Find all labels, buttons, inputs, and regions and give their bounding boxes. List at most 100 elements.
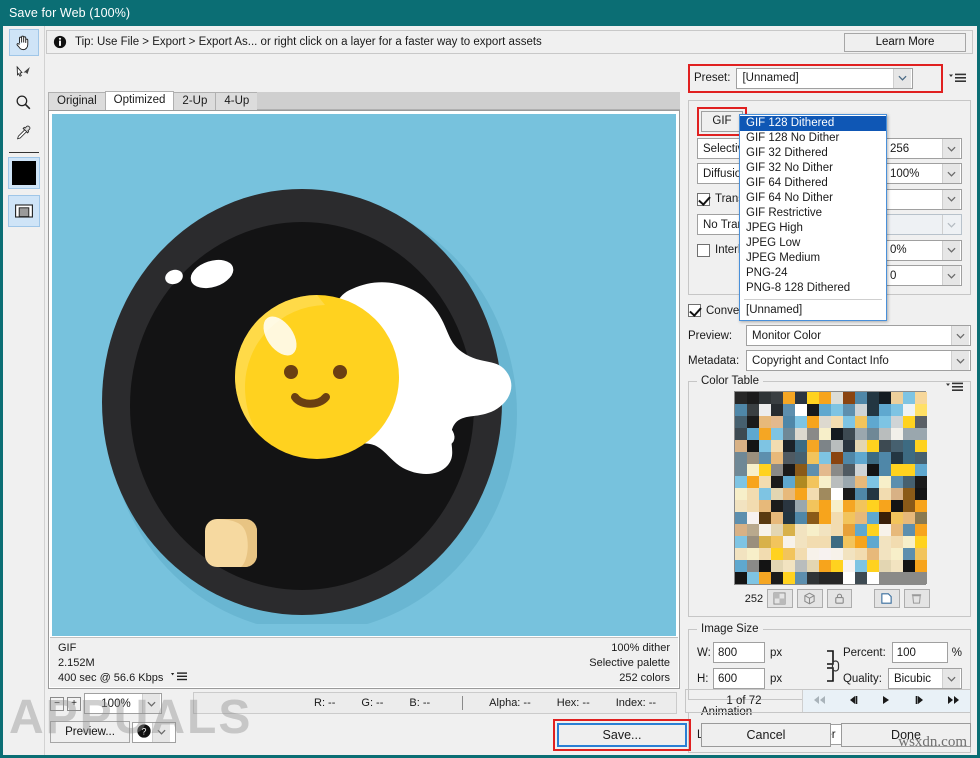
- color-swatch[interactable]: [879, 464, 891, 476]
- color-swatch[interactable]: [795, 560, 807, 572]
- color-swatch[interactable]: [867, 524, 879, 536]
- color-swatch[interactable]: [747, 560, 759, 572]
- color-swatch[interactable]: [831, 392, 843, 404]
- color-swatch[interactable]: [903, 548, 915, 560]
- color-swatch[interactable]: [783, 428, 795, 440]
- web-snap-combo[interactable]: 0%: [884, 240, 962, 261]
- color-swatch[interactable]: [843, 548, 855, 560]
- color-swatch[interactable]: [915, 428, 927, 440]
- color-swatch[interactable]: [759, 524, 771, 536]
- save-button[interactable]: Save...: [557, 723, 687, 747]
- color-swatch[interactable]: [783, 452, 795, 464]
- color-swatch[interactable]: [807, 524, 819, 536]
- color-swatch[interactable]: [783, 572, 795, 584]
- color-swatch[interactable]: [819, 488, 831, 500]
- color-swatch[interactable]: [819, 512, 831, 524]
- color-swatch[interactable]: [879, 512, 891, 524]
- color-swatch[interactable]: [891, 392, 903, 404]
- color-swatch[interactable]: [891, 404, 903, 416]
- color-swatch[interactable]: [735, 548, 747, 560]
- zoom-level-combo[interactable]: 100%: [84, 693, 162, 714]
- color-swatch[interactable]: [735, 572, 747, 584]
- color-swatch[interactable]: [783, 500, 795, 512]
- zoom-in-button[interactable]: +: [67, 697, 81, 711]
- color-swatch[interactable]: [747, 428, 759, 440]
- color-swatch[interactable]: [783, 512, 795, 524]
- color-swatch[interactable]: [891, 428, 903, 440]
- color-swatch[interactable]: [879, 560, 891, 572]
- color-swatch[interactable]: [831, 524, 843, 536]
- delete-color-button[interactable]: [904, 589, 930, 608]
- color-swatch[interactable]: [891, 452, 903, 464]
- color-swatch[interactable]: [747, 452, 759, 464]
- color-swatch[interactable]: [735, 500, 747, 512]
- color-swatch[interactable]: [807, 440, 819, 452]
- color-swatch[interactable]: [747, 392, 759, 404]
- color-swatch[interactable]: [903, 464, 915, 476]
- dropdown-item-jpeg-low[interactable]: JPEG Low: [740, 236, 886, 251]
- hand-tool[interactable]: [9, 29, 39, 56]
- play-button[interactable]: [878, 694, 894, 708]
- color-swatch[interactable]: [903, 392, 915, 404]
- color-swatch[interactable]: [915, 548, 927, 560]
- tab-original[interactable]: Original: [48, 92, 106, 110]
- color-swatch[interactable]: [735, 524, 747, 536]
- color-swatch[interactable]: [783, 488, 795, 500]
- color-swatch[interactable]: [795, 428, 807, 440]
- color-swatch[interactable]: [747, 512, 759, 524]
- color-swatch[interactable]: [867, 440, 879, 452]
- color-swatch[interactable]: [915, 416, 927, 428]
- color-swatch[interactable]: [783, 476, 795, 488]
- color-swatch[interactable]: [783, 416, 795, 428]
- color-swatch[interactable]: [879, 476, 891, 488]
- color-swatch[interactable]: [855, 536, 867, 548]
- color-swatch[interactable]: [795, 524, 807, 536]
- color-swatch[interactable]: [735, 416, 747, 428]
- color-swatch[interactable]: [843, 404, 855, 416]
- previous-frame-button[interactable]: [845, 694, 861, 708]
- learn-more-button[interactable]: Learn More: [844, 33, 966, 52]
- dropdown-item-gif-restrictive[interactable]: GIF Restrictive: [740, 206, 886, 221]
- color-swatch[interactable]: [783, 464, 795, 476]
- color-swatch[interactable]: [891, 416, 903, 428]
- color-swatch[interactable]: [879, 440, 891, 452]
- color-swatch[interactable]: [867, 404, 879, 416]
- color-swatch[interactable]: [831, 464, 843, 476]
- color-swatch[interactable]: [915, 476, 927, 488]
- color-swatch[interactable]: [747, 464, 759, 476]
- color-swatch[interactable]: [747, 488, 759, 500]
- color-swatch[interactable]: [819, 440, 831, 452]
- color-swatch[interactable]: [831, 500, 843, 512]
- color-swatch[interactable]: [855, 524, 867, 536]
- color-swatch[interactable]: [867, 560, 879, 572]
- color-swatch[interactable]: [831, 488, 843, 500]
- color-swatch[interactable]: [771, 416, 783, 428]
- color-swatch[interactable]: [867, 536, 879, 548]
- color-swatch[interactable]: [903, 416, 915, 428]
- color-swatch[interactable]: [843, 464, 855, 476]
- color-swatch[interactable]: [915, 536, 927, 548]
- color-swatch[interactable]: [915, 452, 927, 464]
- color-swatch[interactable]: [807, 572, 819, 584]
- color-swatch[interactable]: [771, 476, 783, 488]
- eyedropper-tool[interactable]: [9, 119, 39, 146]
- color-swatch[interactable]: [855, 392, 867, 404]
- color-swatch[interactable]: [879, 500, 891, 512]
- color-swatch[interactable]: [831, 536, 843, 548]
- color-swatch[interactable]: [795, 452, 807, 464]
- color-swatch[interactable]: [867, 452, 879, 464]
- color-swatch[interactable]: [879, 428, 891, 440]
- color-swatch[interactable]: [807, 512, 819, 524]
- color-swatch[interactable]: [807, 560, 819, 572]
- color-swatch[interactable]: [735, 536, 747, 548]
- color-swatch[interactable]: [843, 536, 855, 548]
- color-swatch[interactable]: [831, 428, 843, 440]
- color-swatch[interactable]: [735, 560, 747, 572]
- color-swatch[interactable]: [807, 416, 819, 428]
- color-swatch[interactable]: [843, 500, 855, 512]
- color-swatch[interactable]: [843, 440, 855, 452]
- color-swatch[interactable]: [783, 440, 795, 452]
- convert-srgb-checkbox[interactable]: [688, 304, 701, 317]
- color-swatch[interactable]: [915, 392, 927, 404]
- color-swatch[interactable]: [879, 392, 891, 404]
